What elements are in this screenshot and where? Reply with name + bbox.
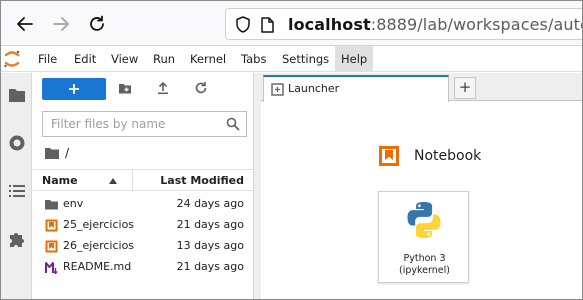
page-icon[interactable] xyxy=(261,17,274,33)
python3-kernel-card[interactable]: Python 3 (ipykernel) xyxy=(378,191,469,283)
menu-help[interactable]: Help xyxy=(335,46,373,72)
screenshot-frame: localhost:8889/lab/workspaces/auto-D Fil… xyxy=(0,0,583,300)
menu-bar: File Edit View Run Kernel Tabs Settings … xyxy=(1,46,582,72)
file-name: 26_ejercicios xyxy=(63,239,135,252)
menu-kernel[interactable]: Kernel xyxy=(190,46,232,72)
new-folder-icon[interactable] xyxy=(118,81,132,95)
menu-file[interactable]: File xyxy=(38,46,62,72)
reload-button[interactable] xyxy=(86,13,108,35)
arrow-left-icon xyxy=(17,17,33,31)
shield-icon[interactable] xyxy=(235,16,251,33)
file-name: 25_ejercicios xyxy=(63,218,135,231)
section-title: Notebook xyxy=(414,148,482,164)
panel-splitter[interactable] xyxy=(253,73,261,299)
kernel-name: Python 3 xyxy=(403,253,446,264)
file-row-env[interactable]: env 24 days ago xyxy=(33,194,253,215)
file-name: env xyxy=(63,197,84,210)
address-bar[interactable]: localhost:8889/lab/workspaces/auto-D xyxy=(225,8,582,40)
filter-box xyxy=(42,111,247,137)
sort-up-icon[interactable] xyxy=(109,178,117,184)
folder-icon xyxy=(45,200,58,210)
main-area: Launcher + Notebook Python 3 (ipykernel) xyxy=(261,73,582,299)
extension-icon[interactable] xyxy=(7,229,27,249)
file-row-26-ejercicios[interactable]: 26_ejercicios 13 days ago xyxy=(33,236,253,257)
file-row-readme[interactable]: README.md 21 days ago xyxy=(33,257,253,278)
file-row-25-ejercicios[interactable]: 25_ejercicios 21 days ago xyxy=(33,215,253,236)
python-logo-icon xyxy=(407,202,441,238)
markdown-icon xyxy=(45,262,58,274)
table-of-contents-icon[interactable] xyxy=(7,181,27,201)
plus-icon xyxy=(69,84,79,94)
back-button[interactable] xyxy=(14,13,36,35)
notebook-icon xyxy=(45,219,58,232)
url-text[interactable]: localhost:8889/lab/workspaces/auto-D xyxy=(288,15,582,34)
arrow-right-icon xyxy=(53,17,69,31)
activity-bar xyxy=(1,73,32,299)
add-tab-button[interactable]: + xyxy=(454,77,476,99)
jupyter-logo-icon xyxy=(4,50,20,68)
column-modified-header[interactable]: Last Modified xyxy=(160,174,244,187)
file-browser-panel: / Name Last Modified env 24 days ago 25_… xyxy=(33,73,253,299)
menu-settings[interactable]: Settings xyxy=(282,46,332,72)
filter-files-input[interactable] xyxy=(43,112,223,136)
menu-edit[interactable]: Edit xyxy=(74,46,100,72)
tab-label: Launcher xyxy=(288,82,340,95)
folder-icon[interactable] xyxy=(7,85,27,105)
kernel-type: (ipykernel) xyxy=(399,265,450,276)
running-icon[interactable] xyxy=(7,133,27,153)
file-modified: 13 days ago xyxy=(176,239,244,252)
search-icon xyxy=(226,117,240,131)
file-list-header: Name Last Modified xyxy=(33,169,253,192)
menu-run[interactable]: Run xyxy=(153,46,179,72)
tab-bar: Launcher + xyxy=(261,73,582,102)
url-host: localhost xyxy=(288,15,371,34)
file-modified: 21 days ago xyxy=(176,218,244,231)
column-divider[interactable] xyxy=(132,170,133,192)
file-modified: 21 days ago xyxy=(176,260,244,273)
breadcrumb-root[interactable]: / xyxy=(65,146,69,160)
notebook-icon xyxy=(379,146,399,166)
upload-icon[interactable] xyxy=(156,81,170,95)
breadcrumb: / xyxy=(45,145,69,161)
menu-view[interactable]: View xyxy=(111,46,143,72)
file-name: README.md xyxy=(63,260,132,273)
browser-toolbar: localhost:8889/lab/workspaces/auto-D xyxy=(1,1,582,46)
refresh-icon[interactable] xyxy=(194,81,208,95)
column-name-header[interactable]: Name xyxy=(42,174,78,187)
url-path: :8889/lab/workspaces/auto-D xyxy=(370,15,582,34)
folder-icon[interactable] xyxy=(45,147,59,159)
file-browser-toolbar xyxy=(33,73,253,107)
reload-icon xyxy=(90,15,104,31)
launcher-icon xyxy=(271,83,284,96)
notebook-icon xyxy=(45,240,58,253)
new-launcher-button[interactable] xyxy=(42,78,106,100)
forward-button[interactable] xyxy=(50,13,72,35)
menu-tabs[interactable]: Tabs xyxy=(241,46,273,72)
file-modified: 24 days ago xyxy=(176,197,244,210)
notebook-section-header: Notebook xyxy=(378,145,481,167)
tab-launcher[interactable]: Launcher xyxy=(263,75,449,102)
